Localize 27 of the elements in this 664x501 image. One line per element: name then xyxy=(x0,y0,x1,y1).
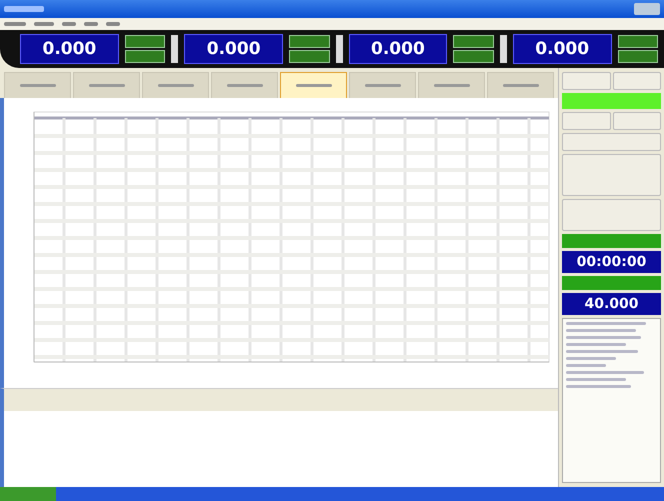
value-display: 40.000 xyxy=(562,293,661,315)
tab[interactable] xyxy=(280,72,347,98)
control-button[interactable] xyxy=(124,35,166,48)
control-button[interactable] xyxy=(618,35,658,48)
start-button[interactable] xyxy=(0,487,56,501)
panel-button[interactable] xyxy=(562,133,661,151)
panel-button[interactable] xyxy=(562,72,610,90)
tab[interactable] xyxy=(4,72,71,98)
value-display: 0.000 xyxy=(20,34,119,64)
separator-bar xyxy=(500,35,507,63)
control-button[interactable] xyxy=(124,50,166,63)
tab[interactable] xyxy=(211,72,278,98)
time-display: 00:00:00 xyxy=(562,251,661,273)
panel-button[interactable] xyxy=(612,72,661,90)
value-display: 0.000 xyxy=(512,34,612,64)
tab[interactable] xyxy=(418,72,485,98)
control-button[interactable] xyxy=(618,50,658,63)
separator-bar xyxy=(171,35,178,63)
panel-button[interactable] xyxy=(612,112,661,130)
value-display: 0.000 xyxy=(348,34,448,64)
tab[interactable] xyxy=(487,72,554,98)
tab[interactable] xyxy=(142,72,209,98)
tab[interactable] xyxy=(349,72,416,98)
panel-button[interactable] xyxy=(562,112,610,130)
value-display: 0.000 xyxy=(184,34,284,64)
tab[interactable] xyxy=(73,72,140,98)
separator-bar xyxy=(336,35,343,63)
